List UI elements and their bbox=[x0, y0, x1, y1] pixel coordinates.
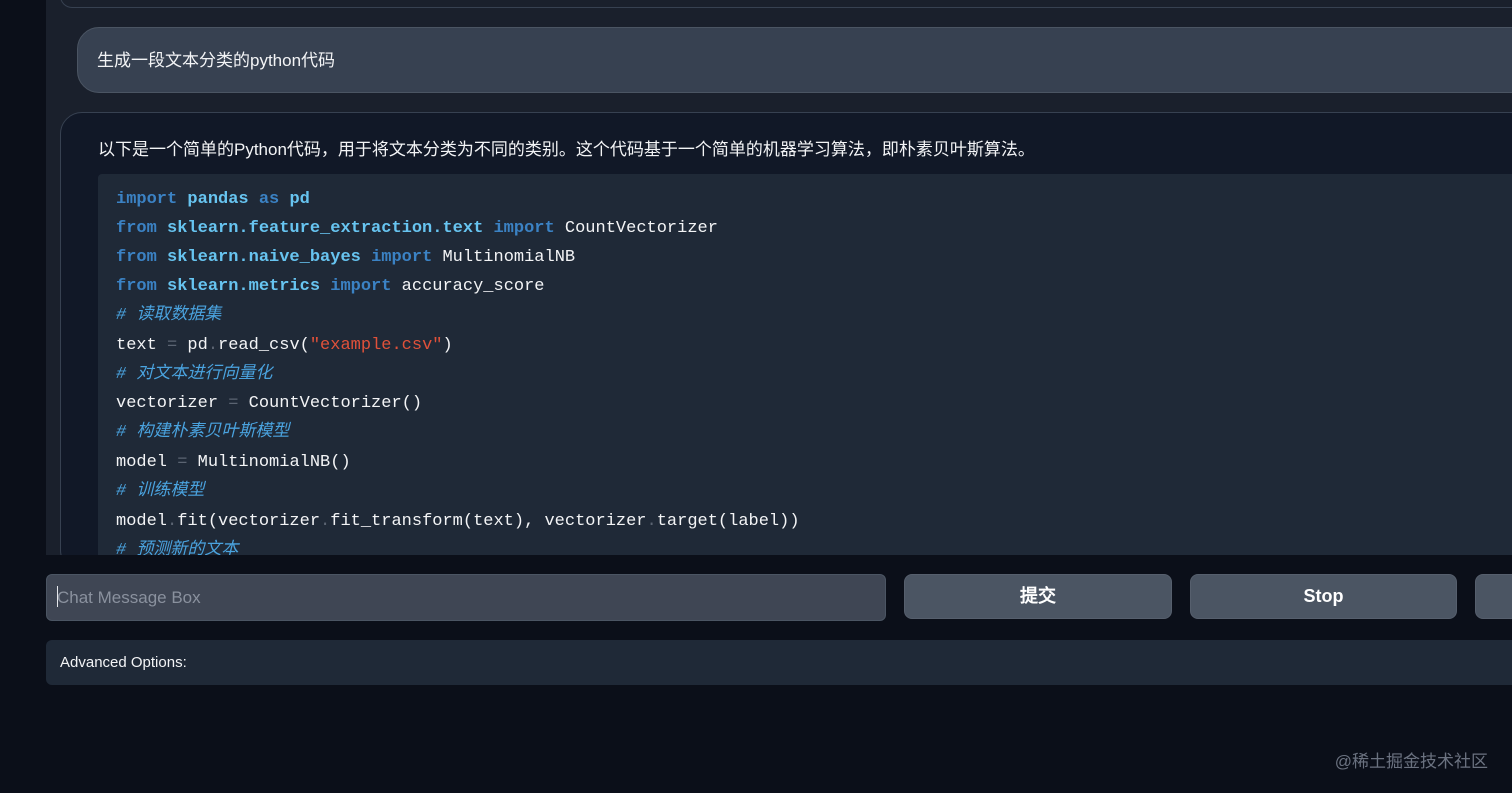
code-line: model = MultinomialNB() bbox=[116, 453, 351, 472]
watermark: @稀土掘金技术社区 bbox=[1334, 752, 1488, 771]
code-comment: # 训练模型 bbox=[116, 482, 205, 501]
code-line: import pandas as pd bbox=[116, 190, 310, 209]
code-line: from sklearn.naive_bayes import Multinom… bbox=[116, 248, 576, 267]
code-line: text = pd.read_csv("example.csv") bbox=[116, 336, 453, 355]
chat-message-input[interactable] bbox=[46, 574, 886, 621]
extra-button[interactable] bbox=[1475, 574, 1512, 619]
text-caret bbox=[57, 586, 58, 607]
code-comment: # 对文本进行向量化 bbox=[116, 365, 273, 384]
previous-message-edge bbox=[60, 0, 1512, 8]
code-line: from sklearn.feature_extraction.text imp… bbox=[116, 219, 718, 238]
code-comment: # 预测新的文本 bbox=[116, 541, 239, 555]
user-message-text: 生成一段文本分类的python代码 bbox=[97, 51, 336, 70]
submit-button[interactable]: 提交 bbox=[904, 574, 1172, 619]
code-line: from sklearn.metrics import accuracy_sco… bbox=[116, 277, 545, 296]
advanced-options-toggle[interactable]: Advanced Options: bbox=[46, 640, 1512, 685]
code-comment: # 构建朴素贝叶斯模型 bbox=[116, 423, 290, 442]
bot-message: 以下是一个简单的Python代码，用于将文本分类为不同的类别。这个代码基于一个简… bbox=[60, 112, 1512, 555]
code-line: vectorizer = CountVectorizer() bbox=[116, 394, 423, 413]
code-block: import pandas as pd from sklearn.feature… bbox=[98, 174, 1512, 555]
code-line: model.fit(vectorizer.fit_transform(text)… bbox=[116, 512, 800, 531]
user-message: 生成一段文本分类的python代码 bbox=[77, 27, 1512, 93]
chat-panel: 生成一段文本分类的python代码 以下是一个简单的Python代码，用于将文本… bbox=[46, 0, 1512, 555]
code-comment: # 读取数据集 bbox=[116, 306, 222, 325]
bot-intro-text: 以下是一个简单的Python代码，用于将文本分类为不同的类别。这个代码基于一个简… bbox=[98, 140, 1035, 159]
stop-button[interactable]: Stop bbox=[1190, 574, 1457, 619]
